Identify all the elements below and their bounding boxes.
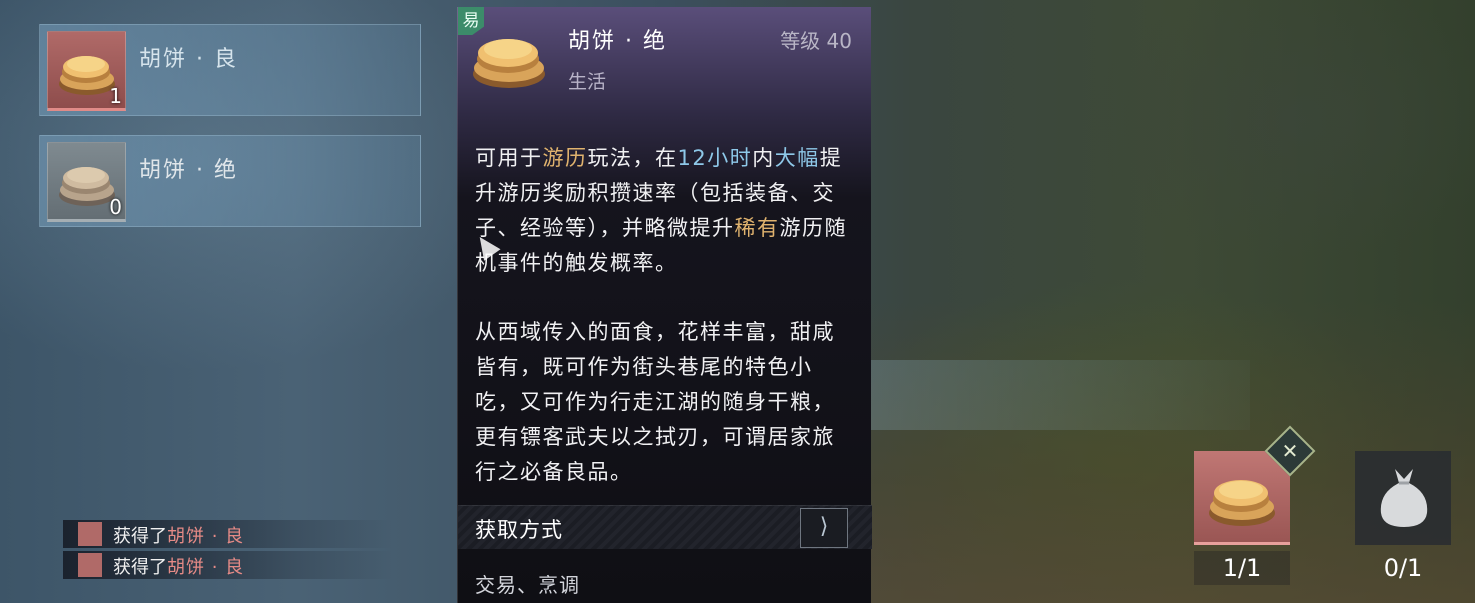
source-value: 交易、烹调 xyxy=(475,573,580,597)
acquired-notification: 获得了胡饼 · 良 xyxy=(63,520,393,548)
notification-item: 胡饼 · 良 xyxy=(167,526,245,547)
item-detail-panel: 易 胡饼 · 绝 等级 40 生活 可用于游历玩法，在12小时内大幅提升游历奖励… xyxy=(457,7,872,603)
background-water xyxy=(870,360,1250,430)
effect-highlight: 12小时 xyxy=(677,146,753,170)
source-expand-button[interactable]: ⟩ xyxy=(800,508,848,548)
effect-highlight: 大幅 xyxy=(774,146,820,170)
notification-prefix: 获得了 xyxy=(113,526,167,547)
item-thumbnail: 0 xyxy=(47,142,126,222)
effect-text: 玩法，在 xyxy=(587,146,678,170)
item-thumbnail: 1 xyxy=(47,31,126,111)
equip-badge-glyph: ✕ xyxy=(1281,439,1299,463)
effect-highlight: 游历 xyxy=(542,146,588,170)
cake-icon xyxy=(78,553,102,577)
cake-icon xyxy=(78,522,102,546)
notification-prefix: 获得了 xyxy=(113,557,167,578)
food-slot-count: 1/1 xyxy=(1194,551,1290,585)
cake-icon xyxy=(473,39,545,88)
item-count: 1 xyxy=(109,84,122,108)
item-name: 胡饼 · 良 xyxy=(139,47,238,72)
cloth-bundle-icon xyxy=(1380,469,1428,527)
notification-text: 获得了胡饼 · 良 xyxy=(113,522,244,548)
notification-item: 胡饼 · 良 xyxy=(167,557,245,578)
cake-icon xyxy=(1209,480,1275,526)
item-effect-description: 可用于游历玩法，在12小时内大幅提升游历奖励积攒速率（包括装备、交子、经验等），… xyxy=(475,141,855,281)
inventory-item-good[interactable]: 1 胡饼 · 良 xyxy=(39,24,421,116)
item-name: 胡饼 · 绝 xyxy=(139,158,238,183)
effect-text: 可用于 xyxy=(475,146,543,170)
effect-text: 内 xyxy=(752,146,775,170)
bundle-slot-count: 0/1 xyxy=(1383,554,1423,582)
item-lore-description: 从西域传入的面食，花样丰富，甜咸皆有，既可作为街头巷尾的特色小吃，又可作为行走江… xyxy=(475,320,835,484)
notification-text: 获得了胡饼 · 良 xyxy=(113,553,244,579)
acquired-notification: 获得了胡饼 · 良 xyxy=(63,551,393,579)
item-title: 胡饼 · 绝 xyxy=(568,29,667,54)
inventory-item-superb[interactable]: 0 胡饼 · 绝 xyxy=(39,135,421,227)
source-label: 获取方式 xyxy=(475,518,563,542)
item-count: 0 xyxy=(109,195,122,219)
item-category: 生活 xyxy=(568,71,607,93)
effect-highlight: 稀有 xyxy=(734,216,780,240)
item-level: 等级 40 xyxy=(780,29,852,53)
source-section[interactable]: 获取方式 ⟩ xyxy=(458,505,872,549)
bundle-slot[interactable] xyxy=(1355,451,1451,545)
